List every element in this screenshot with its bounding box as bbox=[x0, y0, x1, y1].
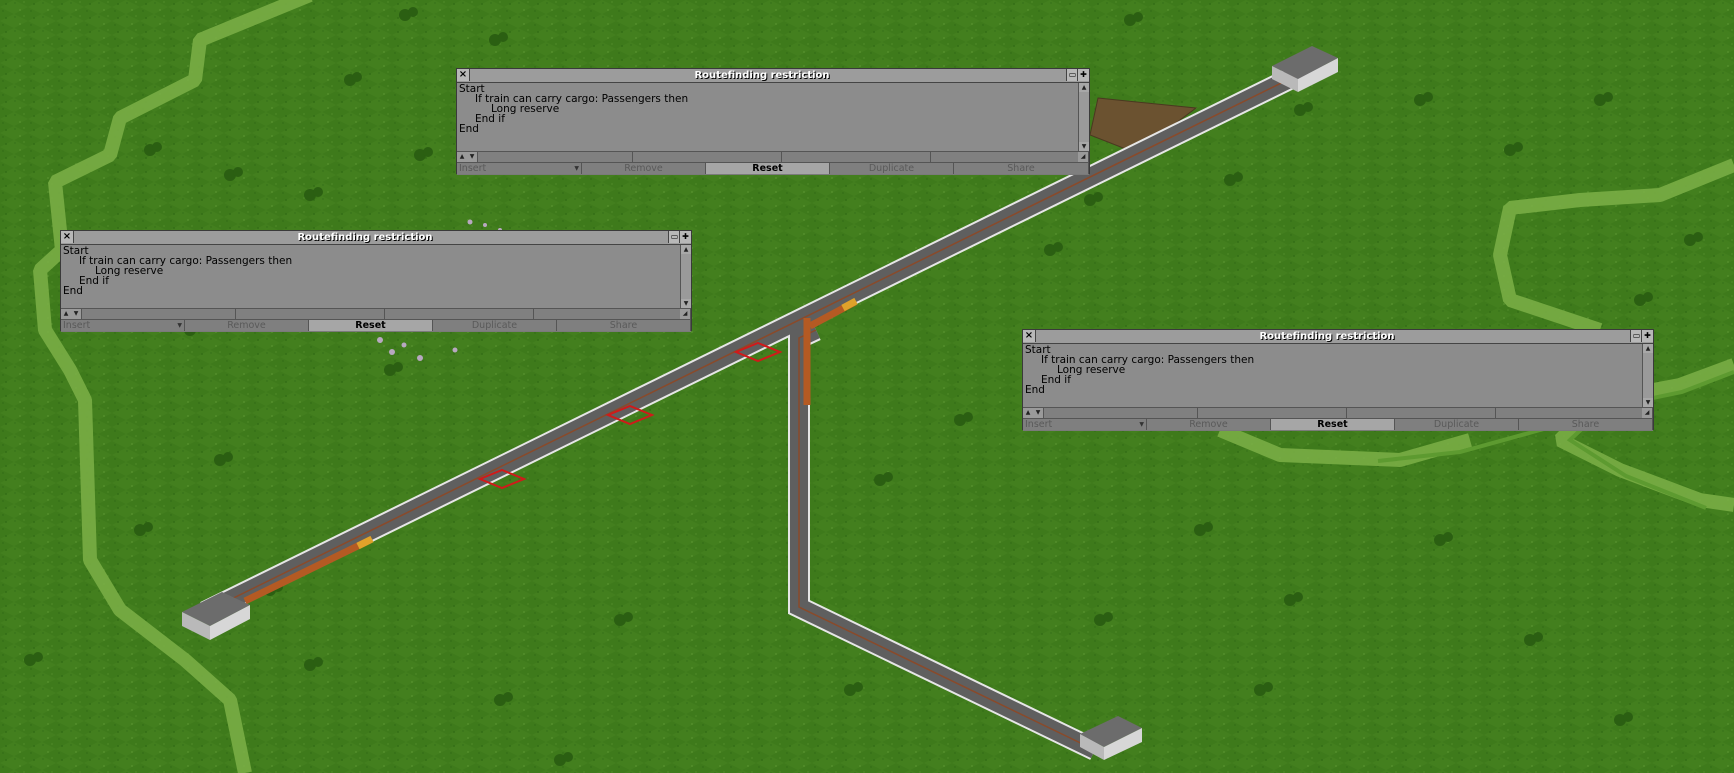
routefinding-restriction-window-2[interactable]: × Routefinding restriction ▭ ✚ Start If … bbox=[60, 230, 692, 332]
pin-icon[interactable]: ✚ bbox=[1077, 69, 1089, 81]
scroll-down-icon[interactable]: ▼ bbox=[1079, 142, 1089, 151]
pin-icon[interactable]: ✚ bbox=[1641, 330, 1653, 342]
instruction-end-if[interactable]: End if bbox=[475, 114, 505, 125]
restriction-program-list[interactable]: Start If train can carry cargo: Passenge… bbox=[457, 83, 1079, 151]
duplicate-button[interactable]: Duplicate bbox=[830, 163, 954, 174]
value-field[interactable] bbox=[633, 152, 782, 162]
value-field[interactable] bbox=[81, 309, 236, 319]
insert-label: Insert bbox=[1025, 419, 1053, 430]
value-field[interactable] bbox=[477, 152, 633, 162]
scroll-up-icon[interactable]: ▲ bbox=[1079, 83, 1089, 92]
window-title: Routefinding restriction bbox=[694, 70, 830, 81]
value-field[interactable] bbox=[385, 309, 534, 319]
secondary-button-row: ▲ ▼ ◢ bbox=[457, 151, 1089, 162]
instruction-end[interactable]: End bbox=[459, 124, 479, 135]
insert-dropdown[interactable]: Insert ▼ bbox=[1023, 419, 1147, 430]
share-button[interactable]: Share bbox=[557, 320, 691, 331]
insert-dropdown[interactable]: Insert ▼ bbox=[61, 320, 185, 331]
close-icon[interactable]: × bbox=[1023, 330, 1036, 342]
value-field[interactable] bbox=[1496, 408, 1643, 418]
window-titlebar[interactable]: × Routefinding restriction ▭ ✚ bbox=[1023, 330, 1653, 344]
routefinding-restriction-window-3[interactable]: × Routefinding restriction ▭ ✚ Start If … bbox=[1022, 329, 1654, 431]
duplicate-button[interactable]: Duplicate bbox=[1395, 419, 1519, 430]
value-field[interactable] bbox=[534, 309, 681, 319]
value-field[interactable] bbox=[931, 152, 1079, 162]
close-icon[interactable]: × bbox=[457, 69, 470, 81]
instruction-end-if[interactable]: End if bbox=[79, 276, 109, 287]
insert-dropdown[interactable]: Insert ▼ bbox=[457, 163, 582, 174]
vertical-scrollbar[interactable]: ▲ ▼ bbox=[680, 245, 691, 308]
value-field[interactable] bbox=[1043, 408, 1198, 418]
action-button-row: Insert ▼ Remove Reset Duplicate Share bbox=[61, 319, 691, 332]
reset-button[interactable]: Reset bbox=[706, 163, 830, 174]
insert-label: Insert bbox=[63, 320, 91, 331]
resize-icon[interactable]: ◢ bbox=[680, 309, 691, 319]
window-titlebar[interactable]: × Routefinding restriction ▭ ✚ bbox=[61, 231, 691, 245]
reset-button[interactable]: Reset bbox=[1271, 419, 1395, 430]
scroll-down-icon[interactable]: ▼ bbox=[1643, 398, 1653, 407]
secondary-button-row: ▲ ▼ ◢ bbox=[1023, 407, 1653, 418]
remove-button[interactable]: Remove bbox=[185, 320, 309, 331]
instruction-end[interactable]: End bbox=[1025, 385, 1045, 396]
instruction-end-if[interactable]: End if bbox=[1041, 375, 1071, 386]
reset-button[interactable]: Reset bbox=[309, 320, 433, 331]
dropdown-arrow-icon: ▼ bbox=[574, 165, 579, 172]
resize-icon[interactable]: ◢ bbox=[1642, 408, 1653, 418]
action-button-row: Insert ▼ Remove Reset Duplicate Share bbox=[457, 162, 1089, 175]
close-icon[interactable]: × bbox=[61, 231, 74, 243]
insert-label: Insert bbox=[459, 163, 487, 174]
dropdown-arrow-icon: ▼ bbox=[177, 322, 182, 329]
share-button[interactable]: Share bbox=[954, 163, 1089, 174]
instruction-end[interactable]: End bbox=[63, 286, 83, 297]
pin-icon[interactable]: ✚ bbox=[679, 231, 691, 243]
dropdown-arrow-icon: ▼ bbox=[1139, 421, 1144, 428]
secondary-button-row: ▲ ▼ ◢ bbox=[61, 308, 691, 319]
vertical-scrollbar[interactable]: ▲ ▼ bbox=[1078, 83, 1089, 151]
routefinding-restriction-window-1[interactable]: × Routefinding restriction ▭ ✚ Start If … bbox=[456, 68, 1090, 175]
window-titlebar[interactable]: × Routefinding restriction ▭ ✚ bbox=[457, 69, 1089, 83]
vertical-scrollbar[interactable]: ▲ ▼ bbox=[1642, 344, 1653, 407]
value-field[interactable] bbox=[236, 309, 385, 319]
duplicate-button[interactable]: Duplicate bbox=[433, 320, 557, 331]
window-title: Routefinding restriction bbox=[297, 232, 433, 243]
share-button[interactable]: Share bbox=[1519, 419, 1653, 430]
scroll-up-icon[interactable]: ▲ bbox=[1643, 344, 1653, 353]
resize-icon[interactable]: ◢ bbox=[1078, 152, 1089, 162]
restriction-program-list[interactable]: Start If train can carry cargo: Passenge… bbox=[1023, 344, 1643, 407]
restriction-program-list[interactable]: Start If train can carry cargo: Passenge… bbox=[61, 245, 681, 308]
value-field[interactable] bbox=[1347, 408, 1496, 418]
remove-button[interactable]: Remove bbox=[582, 163, 706, 174]
value-field[interactable] bbox=[1198, 408, 1347, 418]
scroll-up-icon[interactable]: ▲ bbox=[681, 245, 691, 254]
window-title: Routefinding restriction bbox=[1259, 331, 1395, 342]
remove-button[interactable]: Remove bbox=[1147, 419, 1271, 430]
value-field[interactable] bbox=[782, 152, 931, 162]
scroll-down-icon[interactable]: ▼ bbox=[681, 299, 691, 308]
action-button-row: Insert ▼ Remove Reset Duplicate Share bbox=[1023, 418, 1653, 431]
